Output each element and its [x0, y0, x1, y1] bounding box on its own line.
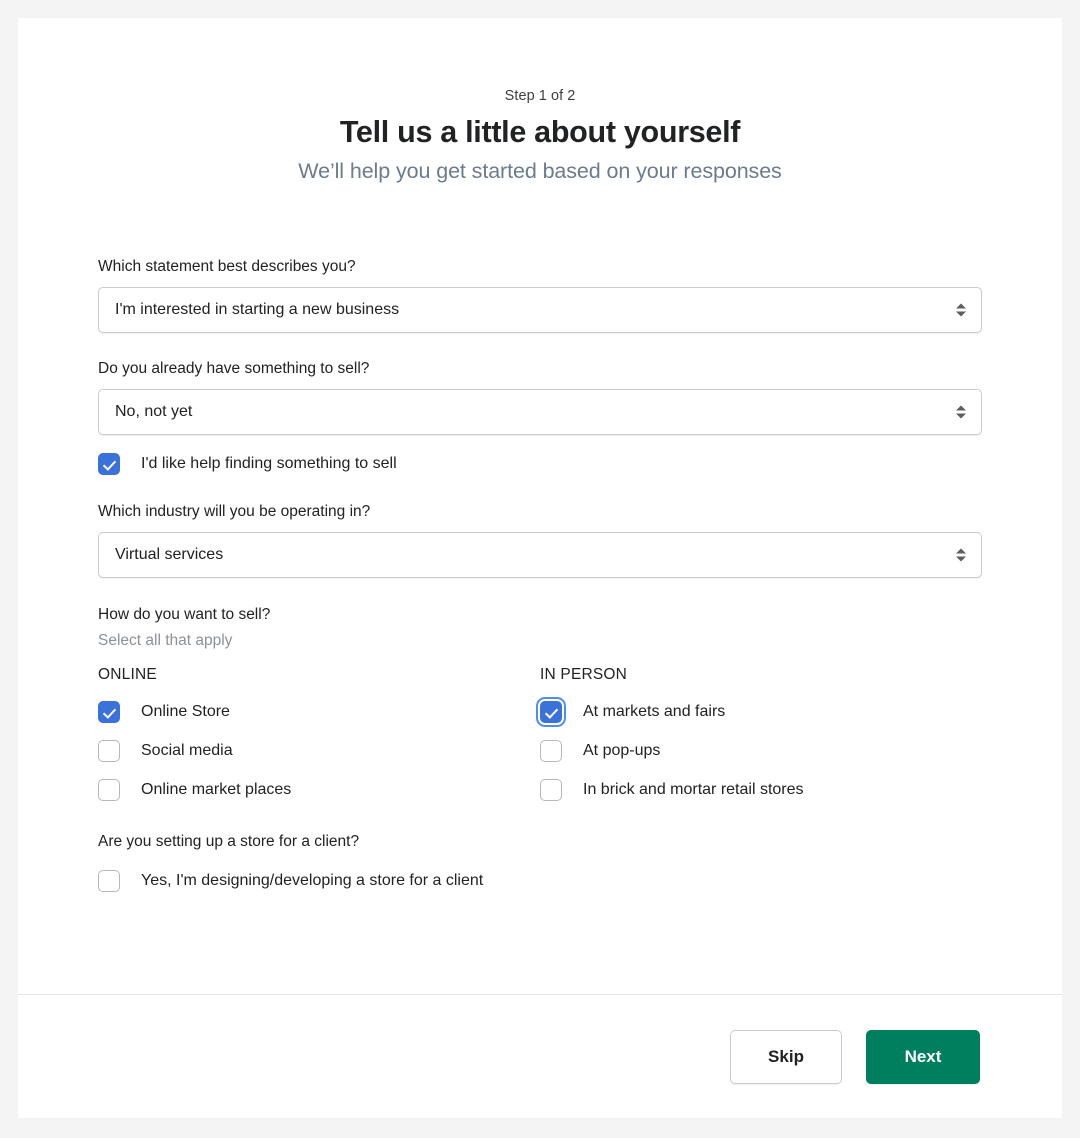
field-industry: Which industry will you be operating in?… [98, 501, 982, 578]
checkbox-online-market-places[interactable] [98, 779, 120, 801]
checkbox-label-store-for-client: Yes, I'm designing/developing a store fo… [141, 872, 484, 889]
skip-button[interactable]: Skip [730, 1029, 842, 1084]
checkbox-row-at-markets-and-fairs[interactable]: At markets and fairs [540, 701, 982, 723]
checkbox-store-for-client[interactable] [98, 870, 120, 892]
checkbox-online-store[interactable] [98, 701, 120, 723]
checkbox-row-help-finding[interactable]: I'd like help finding something to sell [98, 453, 982, 475]
checkbox-row-brick-and-mortar[interactable]: In brick and mortar retail stores [540, 779, 982, 801]
field-label-industry: Which industry will you be operating in? [98, 503, 371, 520]
card-body: Step 1 of 2 Tell us a little about yours… [18, 18, 1062, 994]
field-label-describes-you: Which statement best describes you? [98, 258, 356, 275]
checkbox-row-online-store[interactable]: Online Store [98, 701, 540, 723]
select-have-something-to-sell[interactable]: No, not yet [98, 389, 982, 435]
card-footer: Skip Next [18, 994, 1062, 1118]
select-wrapper-industry: Virtual services [98, 532, 982, 578]
field-describes-you: Which statement best describes you? I'm … [98, 256, 982, 333]
page-title: Tell us a little about yourself [339, 115, 741, 149]
checkbox-row-online-market-places[interactable]: Online market places [98, 779, 540, 801]
select-describes-you[interactable]: I'm interested in starting a new busines… [98, 287, 982, 333]
checkbox-label-help-finding: I'd like help finding something to sell [141, 455, 397, 472]
field-label-have-something-to-sell: Do you already have something to sell? [98, 360, 370, 377]
checkbox-row-social-media[interactable]: Social media [98, 740, 540, 762]
group-heading-online: ONLINE [98, 666, 157, 683]
column-online: ONLINE Online Store Social media Online … [98, 664, 540, 801]
field-label-store-for-client: Are you setting up a store for a client? [98, 833, 360, 850]
checkbox-help-finding[interactable] [98, 453, 120, 475]
page-header: Step 1 of 2 Tell us a little about yours… [18, 18, 1062, 186]
field-store-for-client: Are you setting up a store for a client?… [98, 831, 982, 892]
checkbox-label-at-markets-and-fairs: At markets and fairs [583, 703, 726, 720]
select-wrapper-describes-you: I'm interested in starting a new busines… [98, 287, 982, 333]
checkbox-label-social-media: Social media [141, 742, 233, 759]
field-how-to-sell: How do you want to sell? Select all that… [98, 604, 982, 801]
page-subtitle: We’ll help you get started based on your… [298, 159, 782, 183]
select-wrapper-have-something-to-sell: No, not yet [98, 389, 982, 435]
checkbox-label-brick-and-mortar: In brick and mortar retail stores [583, 781, 804, 798]
checkbox-at-markets-and-fairs[interactable] [540, 701, 562, 723]
checkbox-row-at-pop-ups[interactable]: At pop-ups [540, 740, 982, 762]
helper-text-select-all: Select all that apply [98, 632, 233, 649]
onboarding-page: Step 1 of 2 Tell us a little about yours… [0, 0, 1080, 1138]
field-label-how-to-sell: How do you want to sell? [98, 606, 271, 623]
checkbox-at-pop-ups[interactable] [540, 740, 562, 762]
onboarding-card: Step 1 of 2 Tell us a little about yours… [18, 18, 1062, 1118]
checkbox-label-online-store: Online Store [141, 703, 230, 720]
group-heading-in-person: IN PERSON [540, 666, 628, 683]
select-industry[interactable]: Virtual services [98, 532, 982, 578]
checkbox-social-media[interactable] [98, 740, 120, 762]
checkbox-row-store-for-client[interactable]: Yes, I'm designing/developing a store fo… [98, 870, 982, 892]
column-in-person: IN PERSON At markets and fairs At pop-up… [540, 664, 982, 801]
checkbox-label-at-pop-ups: At pop-ups [583, 742, 661, 759]
checkbox-label-online-market-places: Online market places [141, 781, 292, 798]
sell-channel-columns: ONLINE Online Store Social media Online … [98, 664, 982, 801]
checkbox-brick-and-mortar[interactable] [540, 779, 562, 801]
step-indicator: Step 1 of 2 [504, 88, 576, 104]
field-have-something-to-sell: Do you already have something to sell? N… [98, 358, 982, 475]
onboarding-form: Which statement best describes you? I'm … [18, 256, 1062, 892]
next-button[interactable]: Next [866, 1029, 980, 1084]
